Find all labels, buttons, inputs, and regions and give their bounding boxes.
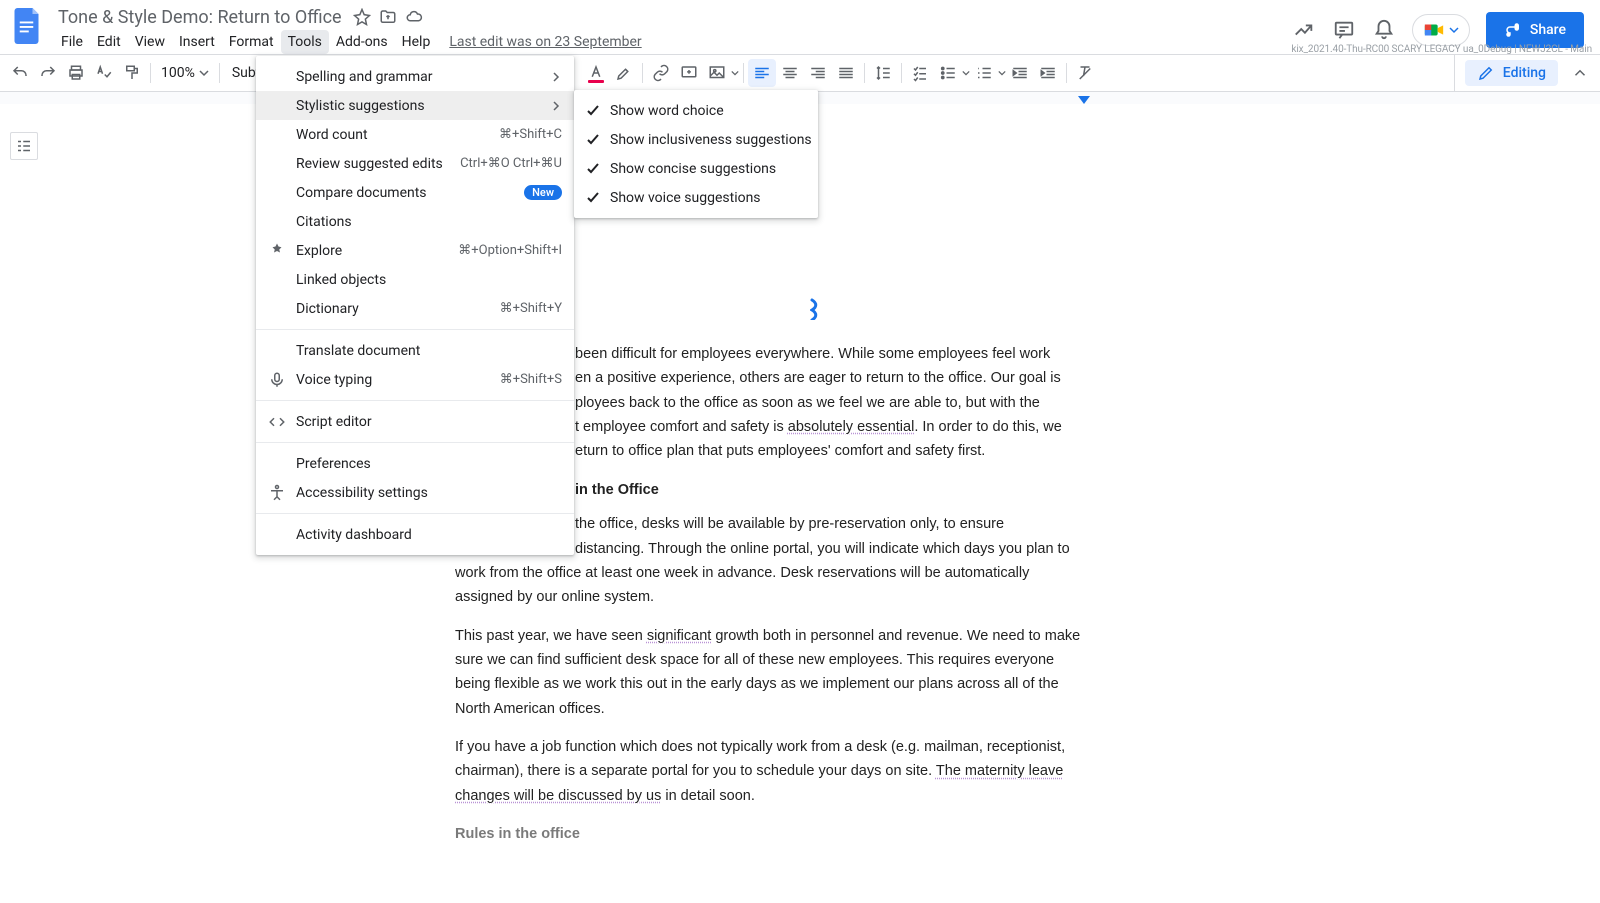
line-spacing-button[interactable] (869, 59, 897, 87)
docs-app-icon[interactable] (8, 6, 48, 46)
submenu-voice[interactable]: Show voice suggestions (574, 183, 818, 212)
align-right-button[interactable] (804, 59, 832, 87)
cloud-status-icon[interactable] (404, 7, 424, 27)
divider (256, 513, 574, 514)
menu-dictionary[interactable]: Dictionary ⌘+Shift+Y (256, 294, 574, 323)
menu-spelling-grammar[interactable]: Spelling and grammar (256, 62, 574, 91)
share-button[interactable]: Share (1486, 12, 1584, 48)
trend-icon[interactable] (1292, 18, 1316, 42)
collapse-toolbar-button[interactable] (1566, 59, 1594, 87)
suggestion-underline[interactable]: absolutely essential (788, 419, 915, 435)
clear-formatting-button[interactable] (1071, 59, 1099, 87)
text-color-button[interactable] (582, 59, 610, 87)
menu-preferences[interactable]: Preferences (256, 449, 574, 478)
submenu-word-choice[interactable]: Show word choice (574, 96, 818, 125)
paint-format-button[interactable] (118, 59, 146, 87)
menu-view[interactable]: View (128, 30, 172, 54)
menu-accessibility-settings[interactable]: Accessibility settings (256, 478, 574, 507)
undo-button[interactable] (6, 59, 34, 87)
menu-linked-objects[interactable]: Linked objects (256, 265, 574, 294)
star-icon[interactable] (352, 7, 372, 27)
new-badge: New (524, 185, 562, 200)
notifications-icon[interactable] (1372, 18, 1396, 42)
debug-line: kix_2021.40-Thu-RC00 SCARY LEGACY ua_0De… (1291, 44, 1592, 55)
stylistic-submenu: Show word choice Show inclusiveness sugg… (574, 90, 818, 218)
menu-citations[interactable]: Citations (256, 207, 574, 236)
check-icon (586, 162, 600, 176)
align-center-button[interactable] (776, 59, 804, 87)
last-edit-link[interactable]: Last edit was on 23 September (449, 34, 641, 50)
redo-button[interactable] (34, 59, 62, 87)
checklist-button[interactable] (906, 59, 934, 87)
tools-menu-dropdown: Spelling and grammar Stylistic suggestio… (256, 56, 574, 555)
print-button[interactable] (62, 59, 90, 87)
chevron-right-icon (550, 101, 562, 111)
menu-stylistic-suggestions[interactable]: Stylistic suggestions (256, 91, 574, 120)
align-justify-button[interactable] (832, 59, 860, 87)
insert-link-button[interactable] (647, 59, 675, 87)
script-icon (268, 413, 286, 431)
insert-image-button[interactable] (703, 59, 731, 87)
numbered-list-button[interactable] (970, 59, 998, 87)
submenu-concise[interactable]: Show concise suggestions (574, 154, 818, 183)
zoom-select[interactable]: 100% (155, 65, 215, 81)
menu-format[interactable]: Format (222, 30, 281, 54)
decrease-indent-button[interactable] (1006, 59, 1034, 87)
menu-tools[interactable]: Tools (281, 30, 329, 54)
accessibility-icon (268, 484, 286, 502)
decorative-swirl-icon (810, 298, 824, 324)
align-left-button[interactable] (748, 59, 776, 87)
menu-compare-documents[interactable]: Compare documents New (256, 178, 574, 207)
menu-edit[interactable]: Edit (90, 30, 128, 54)
outline-toggle-button[interactable] (10, 132, 38, 160)
menu-file[interactable]: File (54, 30, 90, 54)
menu-explore[interactable]: Explore ⌘+Option+Shift+I (256, 236, 574, 265)
numbered-list-dropdown[interactable] (998, 68, 1006, 78)
menu-activity-dashboard[interactable]: Activity dashboard (256, 520, 574, 549)
move-folder-icon[interactable] (378, 7, 398, 27)
meet-button[interactable] (1412, 14, 1470, 46)
mode-chip[interactable]: Editing (1465, 60, 1558, 86)
divider (256, 329, 574, 330)
menu-voice-typing[interactable]: Voice typing ⌘+Shift+S (256, 365, 574, 394)
mode-label: Editing (1503, 65, 1546, 81)
comments-icon[interactable] (1332, 18, 1356, 42)
doc-title[interactable]: Tone & Style Demo: Return to Office (54, 5, 346, 30)
mic-icon (268, 371, 286, 389)
explore-icon (268, 242, 286, 260)
menu-translate-document[interactable]: Translate document (256, 336, 574, 365)
divider (256, 442, 574, 443)
menu-addons[interactable]: Add-ons (329, 30, 395, 54)
bulleted-list-button[interactable] (934, 59, 962, 87)
submenu-inclusiveness[interactable]: Show inclusiveness suggestions (574, 125, 818, 154)
chevron-right-icon (550, 72, 562, 82)
increase-indent-button[interactable] (1034, 59, 1062, 87)
suggestion-underline[interactable]: significant (647, 628, 711, 644)
check-icon (586, 191, 600, 205)
spellcheck-button[interactable] (90, 59, 118, 87)
divider (256, 400, 574, 401)
menu-review-suggested-edits[interactable]: Review suggested edits Ctrl+⌘O Ctrl+⌘U (256, 149, 574, 178)
highlight-color-button[interactable] (610, 59, 638, 87)
menu-help[interactable]: Help (395, 30, 438, 54)
share-label: Share (1530, 22, 1566, 38)
add-comment-button[interactable] (675, 59, 703, 87)
menu-script-editor[interactable]: Script editor (256, 407, 574, 436)
check-icon (586, 104, 600, 118)
menu-insert[interactable]: Insert (172, 30, 222, 54)
insert-image-dropdown[interactable] (731, 68, 739, 78)
menu-word-count[interactable]: Word count ⌘+Shift+C (256, 120, 574, 149)
bulleted-list-dropdown[interactable] (962, 68, 970, 78)
check-icon (586, 133, 600, 147)
menubar: File Edit View Insert Format Tools Add-o… (54, 30, 642, 54)
toolbar: 100% Subtitle Editing (0, 54, 1600, 92)
